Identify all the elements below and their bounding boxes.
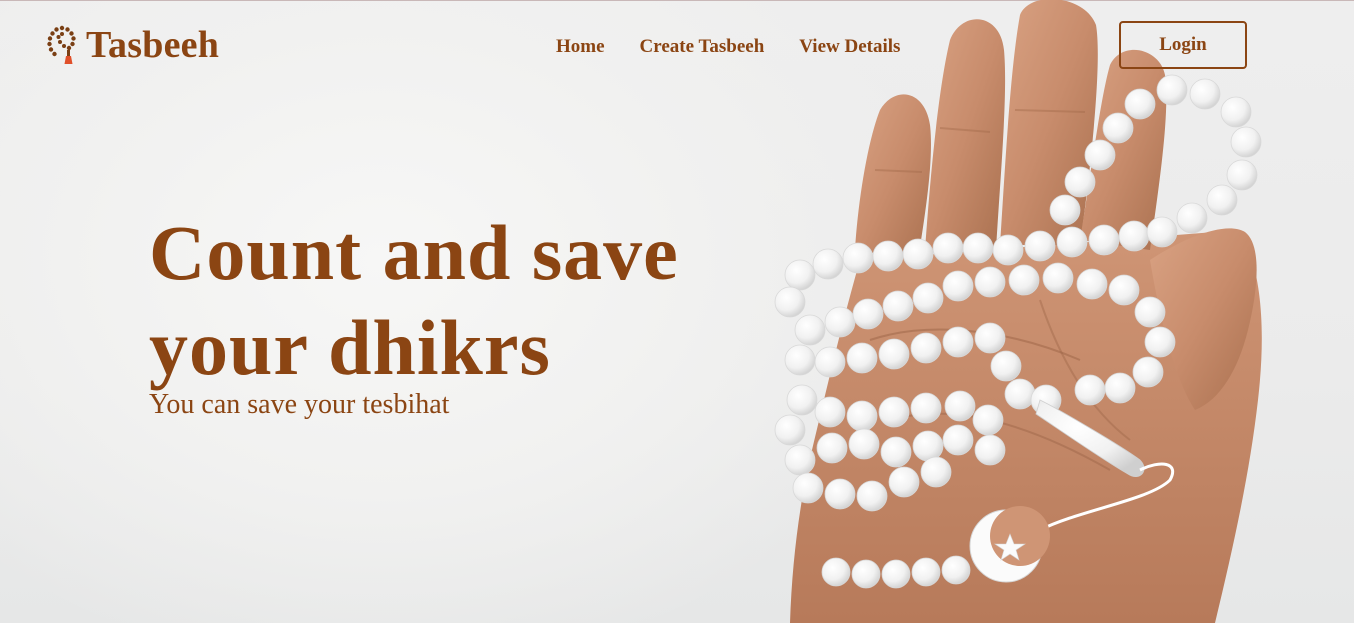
hero-title-line-1: Count and save — [149, 209, 679, 296]
nav-home-link[interactable]: Home — [556, 36, 605, 58]
hero-section: Count and save your dhikrs You can save … — [149, 205, 769, 421]
landing-page: Tasbeeh Home Create Tasbeeh View Details… — [0, 0, 1354, 623]
brand-logo-link[interactable]: Tasbeeh — [46, 24, 219, 66]
brand-name: Tasbeeh — [86, 24, 220, 66]
prayer-beads-icon — [47, 25, 76, 64]
main-nav: Home Create Tasbeeh View Details — [556, 36, 900, 58]
hero-title-line-2: your dhikrs — [149, 304, 551, 391]
hero-title: Count and save your dhikrs — [149, 205, 769, 395]
nav-create-tasbeeh-link[interactable]: Create Tasbeeh — [640, 36, 765, 58]
nav-view-details-link[interactable]: View Details — [799, 36, 900, 58]
login-button[interactable]: Login — [1119, 21, 1247, 69]
hand-with-prayer-beads-image — [774, 0, 1262, 623]
